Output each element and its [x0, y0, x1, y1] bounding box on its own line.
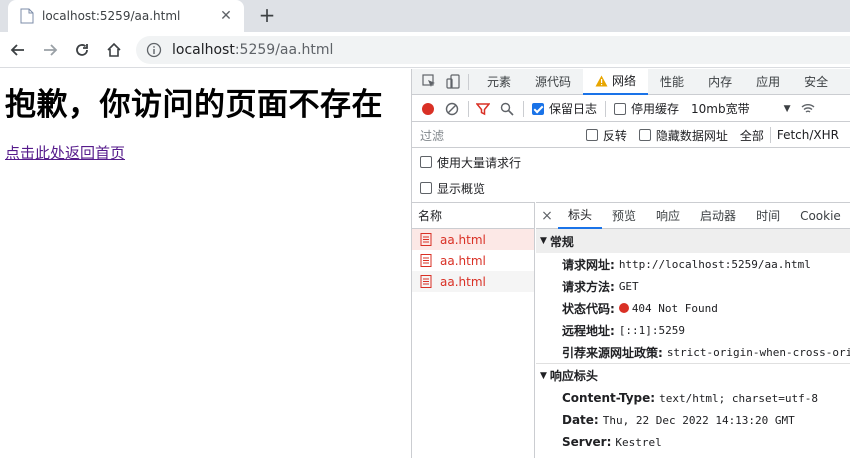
tab-network-label: 网络	[612, 74, 637, 88]
disable-cache-checkbox[interactable]: 停用缓存	[614, 100, 679, 117]
warning-icon	[595, 75, 608, 86]
filter-all[interactable]: 全部	[740, 127, 764, 144]
forward-icon[interactable]	[38, 38, 62, 62]
checkbox-unchecked[interactable]	[420, 182, 432, 194]
header-row: 远程地址: [::1]:5259	[562, 323, 686, 338]
header-row: Server: Kestrel	[562, 435, 662, 449]
new-tab-button[interactable]: +	[256, 3, 278, 27]
inspect-icon[interactable]	[420, 73, 438, 91]
checkbox-unchecked[interactable]	[614, 102, 627, 115]
close-icon[interactable]: ✕	[218, 8, 234, 24]
tab-security[interactable]: 安全	[792, 69, 840, 95]
tab-sources[interactable]: 源代码	[523, 69, 583, 95]
divider	[605, 100, 607, 117]
browser-tab[interactable]: localhost:5259/aa.html ✕	[8, 0, 244, 32]
info-icon[interactable]	[146, 42, 162, 58]
request-detail: × 标头 预览 响应 启动器 时间 Cookie ▼ 常规 请求网址: http:…	[536, 202, 850, 458]
document-icon	[420, 275, 432, 288]
name-column-header[interactable]: 名称	[412, 203, 534, 229]
chevron-down-icon[interactable]: ▼	[784, 104, 791, 114]
tab-elements[interactable]: 元素	[475, 69, 523, 95]
header-row: 请求方法: GET	[562, 279, 639, 294]
header-row: Content-Type: text/html; charset=utf-8	[562, 391, 819, 405]
tab-response[interactable]: 响应	[646, 203, 690, 229]
tab-application[interactable]: 应用	[744, 69, 792, 95]
divider	[523, 100, 524, 117]
home-icon[interactable]	[102, 38, 126, 62]
big-request-rows-option[interactable]: 使用大量请求行	[412, 149, 850, 175]
device-toggle-icon[interactable]	[444, 73, 462, 91]
request-row[interactable]: aa.html	[412, 271, 534, 292]
page-content: 抱歉，你访问的页面不存在 点击此处返回首页	[0, 69, 411, 458]
header-row: 引荐来源网址政策: strict-origin-when-cross-ori	[562, 345, 850, 360]
triangle-down-icon: ▼	[540, 370, 547, 381]
tab-cookies[interactable]: Cookie	[790, 203, 850, 229]
header-row: 状态代码: 404 Not Found	[562, 301, 718, 316]
url-text: localhost:5259/aa.html	[172, 42, 334, 58]
page-icon	[20, 8, 34, 24]
tab-performance[interactable]: 性能	[648, 69, 696, 95]
show-overview-option[interactable]: 显示概览	[412, 175, 850, 201]
wifi-icon[interactable]	[801, 103, 815, 115]
triangle-down-icon: ▼	[540, 236, 547, 246]
back-icon[interactable]	[6, 38, 30, 62]
preserve-log-checkbox[interactable]: 保留日志	[532, 100, 597, 117]
tab-headers[interactable]: 标头	[558, 203, 603, 229]
header-row: Date: Thu, 22 Dec 2022 14:13:20 GMT	[562, 413, 795, 427]
search-icon[interactable]	[499, 101, 515, 117]
browser-toolbar: localhost:5259/aa.html	[0, 32, 850, 68]
tab-initiator[interactable]: 启动器	[690, 203, 746, 229]
throttle-select[interactable]: 10mb宽带	[691, 100, 750, 117]
divider	[468, 100, 469, 117]
divider	[769, 127, 771, 143]
filter-input[interactable]: 过滤	[418, 126, 574, 144]
checkbox-unchecked[interactable]	[420, 156, 432, 168]
status-dot-icon	[618, 303, 629, 313]
checkbox-checked[interactable]	[532, 102, 544, 115]
header-row: 请求网址: http://localhost:5259/aa.html	[562, 257, 811, 272]
tab-network[interactable]: 网络	[583, 69, 649, 95]
request-row[interactable]: aa.html	[412, 229, 534, 250]
detail-tabbar: × 标头 预览 响应 启动器 时间 Cookie	[536, 203, 850, 229]
address-bar[interactable]: localhost:5259/aa.html	[136, 36, 850, 64]
divider	[468, 73, 469, 90]
filter-fetch-xhr[interactable]: Fetch/XHR	[777, 128, 839, 142]
hide-data-urls-checkbox[interactable]: 隐藏数据网址	[638, 127, 728, 144]
filter-bar: 过滤 反转 隐藏数据网址 全部 Fetch/XHR	[412, 123, 850, 148]
reload-icon[interactable]	[70, 38, 94, 62]
clear-icon[interactable]	[444, 101, 460, 117]
checkbox-unchecked[interactable]	[585, 129, 598, 141]
request-list: 名称 aa.html aa.html aa.html	[412, 202, 535, 458]
tab-preview[interactable]: 预览	[602, 203, 646, 229]
general-section-header[interactable]: ▼ 常规	[536, 229, 850, 253]
page-heading: 抱歉，你访问的页面不存在	[5, 87, 383, 123]
tab-title: localhost:5259/aa.html	[42, 9, 181, 23]
invert-checkbox[interactable]: 反转	[585, 127, 627, 144]
devtools-tabbar: 元素 源代码 网络 性能 内存 应用 安全	[412, 69, 850, 95]
response-headers-section-header[interactable]: ▼ 响应标头	[536, 363, 850, 387]
document-icon	[420, 233, 432, 246]
filter-icon[interactable]	[475, 101, 491, 117]
tab-strip: localhost:5259/aa.html ✕ +	[0, 0, 850, 32]
close-icon[interactable]: ×	[536, 208, 558, 224]
tab-timing[interactable]: 时间	[746, 203, 790, 229]
document-icon	[420, 254, 432, 267]
checkbox-unchecked[interactable]	[638, 129, 651, 141]
network-toolbar: 保留日志 停用缓存 10mb宽带 ▼	[412, 96, 850, 122]
record-icon[interactable]	[420, 101, 436, 117]
request-row[interactable]: aa.html	[412, 250, 534, 271]
tab-memory[interactable]: 内存	[696, 69, 744, 95]
devtools-panel: 元素 源代码 网络 性能 内存 应用 安全 保留日志 停用缓存 10mb宽带 ▼	[411, 69, 850, 458]
home-link[interactable]: 点击此处返回首页	[5, 142, 125, 163]
